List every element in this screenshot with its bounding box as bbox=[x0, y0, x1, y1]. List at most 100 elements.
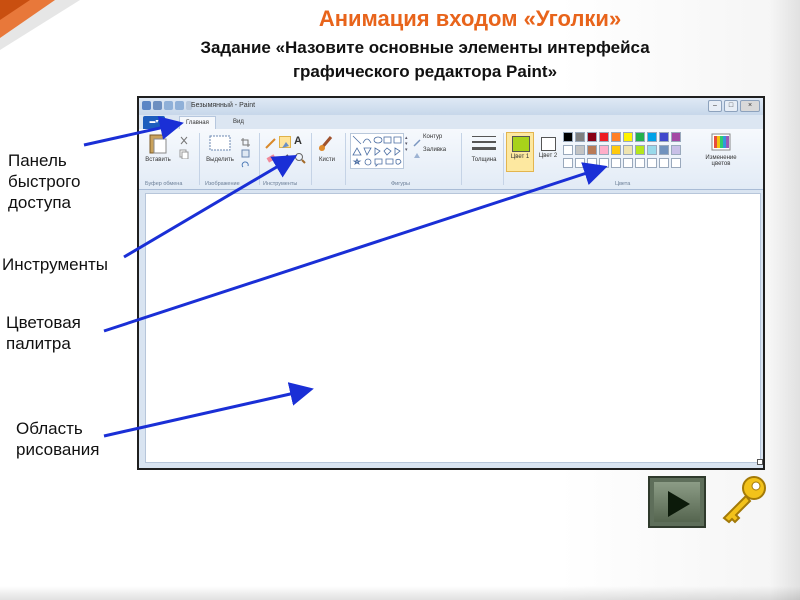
shapes-gallery[interactable] bbox=[350, 133, 404, 169]
palette-swatch[interactable] bbox=[611, 132, 621, 142]
drawing-area[interactable] bbox=[145, 193, 763, 465]
ribbon-separator bbox=[259, 133, 260, 185]
ribbon-separator bbox=[461, 133, 462, 185]
fill-shape-icon[interactable] bbox=[413, 147, 421, 158]
color2-button[interactable]: Цвет 2 bbox=[537, 132, 561, 172]
palette-swatch[interactable] bbox=[575, 158, 585, 168]
shapes-scroll-icon[interactable]: ▴ ▾ ▾ bbox=[405, 135, 410, 165]
palette-swatch[interactable] bbox=[671, 158, 681, 168]
brushes-icon[interactable] bbox=[317, 133, 337, 153]
group-label-image: Изображение bbox=[205, 181, 240, 187]
palette-swatch[interactable] bbox=[575, 145, 585, 155]
size-label[interactable]: Толщина bbox=[467, 157, 501, 163]
palette-swatch[interactable] bbox=[563, 158, 573, 168]
group-label-tools: Инструменты bbox=[263, 181, 298, 187]
window-controls: – □ × bbox=[708, 100, 760, 112]
palette-swatch[interactable] bbox=[635, 145, 645, 155]
select-icon[interactable] bbox=[209, 135, 231, 151]
size-icon[interactable] bbox=[471, 134, 497, 152]
palette-swatch[interactable] bbox=[623, 158, 633, 168]
palette-swatch[interactable] bbox=[647, 145, 657, 155]
palette-swatch[interactable] bbox=[635, 132, 645, 142]
edit-colors-icon[interactable] bbox=[711, 133, 731, 151]
quick-access-toolbar bbox=[142, 101, 192, 110]
close-button[interactable]: × bbox=[740, 100, 760, 112]
right-shade bbox=[770, 0, 800, 600]
next-slide-button[interactable] bbox=[648, 476, 706, 528]
copy-icon[interactable] bbox=[179, 146, 189, 160]
canvas-resize-handle[interactable] bbox=[757, 459, 763, 465]
resize-icon[interactable] bbox=[241, 145, 250, 158]
color1-label: Цвет 1 bbox=[510, 154, 530, 160]
slide: Анимация входом «Уголки» Задание «Назови… bbox=[0, 0, 800, 600]
paste-label[interactable]: Вставить bbox=[141, 157, 175, 163]
minimize-button[interactable]: – bbox=[708, 100, 722, 112]
crop-icon[interactable] bbox=[241, 134, 250, 147]
brushes-label[interactable]: Кисти bbox=[313, 157, 341, 163]
label-canvas-line2: рисования bbox=[16, 440, 100, 459]
window-title: Безымянный - Paint bbox=[191, 102, 256, 109]
undo-icon[interactable] bbox=[164, 101, 173, 110]
pencil-icon[interactable] bbox=[265, 136, 277, 149]
palette-swatch[interactable] bbox=[623, 132, 633, 142]
color1-button[interactable]: Цвет 1 bbox=[506, 132, 534, 172]
text-icon[interactable]: A bbox=[294, 135, 306, 147]
palette-swatch[interactable] bbox=[647, 158, 657, 168]
palette-swatch[interactable] bbox=[575, 132, 585, 142]
eraser-icon[interactable] bbox=[265, 151, 277, 163]
cut-icon[interactable] bbox=[179, 133, 189, 145]
rotate-icon[interactable] bbox=[241, 156, 250, 168]
key-icon[interactable] bbox=[712, 474, 772, 524]
task-line-1: Задание «Назовите основные элементы инте… bbox=[200, 38, 650, 57]
tab-home[interactable]: Главная bbox=[179, 116, 216, 130]
outline-label[interactable]: Контур bbox=[423, 134, 442, 140]
palette-swatch[interactable] bbox=[659, 132, 669, 142]
paint-titlebar: Безымянный - Paint – □ × bbox=[139, 98, 763, 115]
redo-icon[interactable] bbox=[175, 101, 184, 110]
palette-swatch[interactable] bbox=[623, 145, 633, 155]
color2-label: Цвет 2 bbox=[538, 153, 558, 159]
label-quick-access-line3: доступа bbox=[8, 193, 72, 212]
palette-swatch[interactable] bbox=[599, 145, 609, 155]
color2-swatch bbox=[541, 137, 556, 151]
label-canvas-line1: Область bbox=[16, 419, 83, 438]
palette-swatch[interactable] bbox=[659, 158, 669, 168]
palette-swatch[interactable] bbox=[611, 145, 621, 155]
palette-swatch[interactable] bbox=[671, 132, 681, 142]
paint-window: Безымянный - Paint – □ × ▬▾ Главная Вид … bbox=[137, 96, 765, 470]
ribbon: Вставить Буфер обмена Выделить Изображен… bbox=[139, 129, 763, 190]
palette-swatch[interactable] bbox=[599, 158, 609, 168]
palette-swatch[interactable] bbox=[635, 158, 645, 168]
ribbon-separator bbox=[311, 133, 312, 185]
label-tools: Инструменты bbox=[2, 255, 109, 274]
palette-swatch[interactable] bbox=[563, 145, 573, 155]
next-slide-button-face bbox=[654, 482, 700, 522]
save-icon[interactable] bbox=[153, 101, 162, 110]
edit-colors-label[interactable]: Изменение цветов bbox=[699, 155, 743, 167]
palette-swatch[interactable] bbox=[671, 145, 681, 155]
paint-menu-button[interactable]: ▬▾ bbox=[143, 116, 165, 129]
select-label[interactable]: Выделить bbox=[202, 157, 238, 163]
label-quick-access-line1: Панель bbox=[8, 151, 67, 170]
tab-view[interactable]: Вид bbox=[227, 116, 250, 129]
palette-swatch[interactable] bbox=[587, 158, 597, 168]
palette-swatch[interactable] bbox=[563, 132, 573, 142]
outline-icon[interactable] bbox=[413, 134, 421, 147]
color-picker-icon[interactable] bbox=[279, 151, 291, 163]
magnifier-icon[interactable] bbox=[294, 151, 306, 164]
fill-label[interactable]: Заливка bbox=[423, 147, 446, 153]
label-quick-access: Панель быстрого доступа bbox=[8, 150, 80, 213]
palette-swatch[interactable] bbox=[659, 145, 669, 155]
palette-swatch[interactable] bbox=[587, 132, 597, 142]
play-icon bbox=[668, 491, 690, 517]
label-quick-access-line2: быстрого bbox=[8, 172, 81, 191]
palette-swatch[interactable] bbox=[587, 145, 597, 155]
paint-app-icon[interactable] bbox=[142, 101, 151, 110]
slide-title: Анимация входом «Уголки» bbox=[318, 6, 622, 31]
palette-swatch[interactable] bbox=[647, 132, 657, 142]
maximize-button[interactable]: □ bbox=[724, 100, 738, 112]
fill-icon[interactable] bbox=[279, 136, 291, 148]
palette-swatch[interactable] bbox=[611, 158, 621, 168]
paste-icon[interactable] bbox=[147, 133, 169, 155]
palette-swatch[interactable] bbox=[599, 132, 609, 142]
